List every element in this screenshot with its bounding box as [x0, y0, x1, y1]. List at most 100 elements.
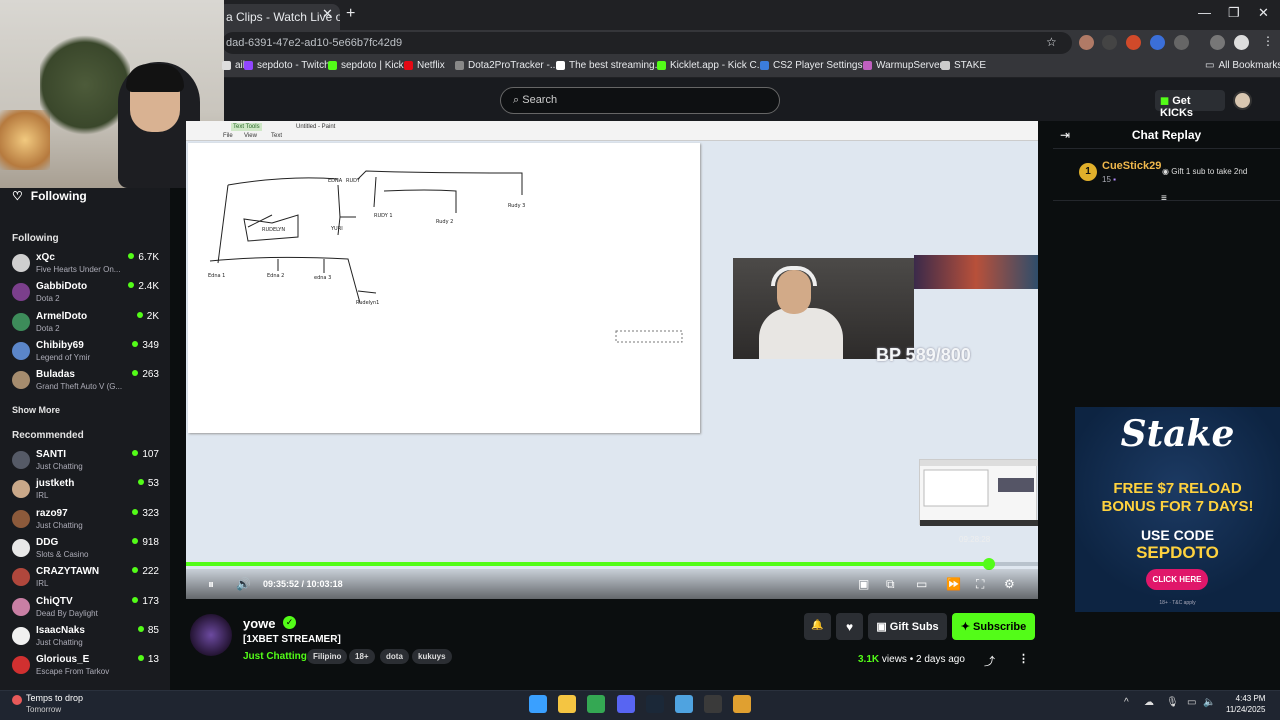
- sidebar-channel-glorious_e[interactable]: Glorious_E Escape From Tarkov 13: [12, 654, 162, 682]
- discord-icon[interactable]: [617, 695, 635, 713]
- new-tab-button[interactable]: +: [346, 5, 355, 23]
- channel-name: ChiQTV: [36, 595, 73, 607]
- clip-button[interactable]: ▣: [858, 577, 869, 591]
- channel-category: Dead By Daylight: [36, 608, 98, 618]
- channel-category: Grand Theft Auto V (G...: [36, 382, 123, 392]
- tag-dota[interactable]: dota: [380, 649, 409, 664]
- extension-icon[interactable]: [1126, 35, 1141, 50]
- extension-icon[interactable]: [1079, 35, 1094, 50]
- stake-click-here-button[interactable]: CLICK HERE: [1146, 569, 1208, 590]
- viewer-count: 323: [132, 508, 159, 519]
- show-more-button[interactable]: Show More: [12, 405, 60, 415]
- gift-sub-prompt[interactable]: ◉ Gift 1 sub to take 2nd: [1162, 167, 1247, 176]
- sidebar-channel-gabbidoto[interactable]: GabbiDoto Dota 2 2.4K: [12, 281, 162, 309]
- minimize-button[interactable]: —: [1198, 5, 1211, 20]
- all-bookmarks[interactable]: ▭ All Bookmarks: [1205, 60, 1280, 71]
- bookmark-item[interactable]: Dota2ProTracker -...: [455, 60, 558, 71]
- weather-widget[interactable]: Temps to drop Tomorrow: [26, 693, 83, 715]
- sidebar-following-link[interactable]: ♡ Following: [12, 189, 87, 203]
- steam-icon[interactable]: [646, 695, 664, 713]
- display-icon[interactable]: ▭: [1187, 697, 1196, 708]
- stream-category[interactable]: Just Chatting: [243, 651, 307, 662]
- channel-avatar: [12, 568, 30, 587]
- sidebar-channel-buladas[interactable]: Buladas Grand Theft Auto V (G... 263: [12, 369, 162, 397]
- progress-bar[interactable]: [186, 558, 1038, 570]
- extension-icon[interactable]: [1102, 35, 1117, 50]
- speed-button[interactable]: ⏩: [946, 577, 961, 591]
- channel-avatar: [12, 312, 30, 331]
- sidebar-channel-chibiby69[interactable]: Chibiby69 Legend of Ymir 349: [12, 340, 162, 368]
- obs-icon[interactable]: [704, 695, 722, 713]
- chrome-icon[interactable]: [587, 695, 605, 713]
- pause-button[interactable]: ⏸: [208, 577, 214, 592]
- bookmark-favicon-icon: [404, 61, 413, 70]
- bookmark-item[interactable]: sepdoto | Kick: [328, 60, 404, 71]
- notification-bell-button[interactable]: 🔔: [804, 613, 831, 640]
- bookmark-item[interactable]: The best streaming...: [556, 60, 663, 71]
- tag-18plus[interactable]: 18+: [349, 649, 375, 664]
- maximize-button[interactable]: ❐: [1228, 5, 1240, 21]
- media-icon[interactable]: [1210, 35, 1225, 50]
- expand-leaderboard-icon[interactable]: ≡: [1161, 193, 1167, 204]
- clock-date: 11/24/2025: [1226, 705, 1266, 714]
- microphone-icon[interactable]: 🎙: [1166, 697, 1179, 708]
- tree-label: RUDY: [346, 178, 361, 184]
- follow-heart-button[interactable]: ♥: [836, 613, 863, 640]
- stake-promo-text: FREE $7 RELOAD BONUS FOR 7 DAYS!: [1075, 480, 1280, 516]
- editor-icon[interactable]: [733, 695, 751, 713]
- bookmark-item[interactable]: sepdoto - Twitch: [244, 60, 330, 71]
- sidebar-channel-santi[interactable]: SANTI Just Chatting 107: [12, 449, 162, 477]
- channel-name[interactable]: yowe: [243, 616, 276, 631]
- share-icon[interactable]: ⤴: [984, 653, 995, 669]
- sidebar-channel-armeldoto[interactable]: ArmelDoto Dota 2 2K: [12, 311, 162, 339]
- address-field[interactable]: dad-6391-47e2-ad10-5e66b7fc42d9: [222, 32, 1072, 54]
- theater-button[interactable]: ⧉: [886, 577, 895, 592]
- bookmark-item[interactable]: ail: [222, 60, 245, 71]
- gift-subs-button[interactable]: ▣ Gift Subs: [868, 613, 947, 640]
- browser-menu-icon[interactable]: ⋮: [1262, 34, 1274, 48]
- user-avatar[interactable]: [1233, 91, 1252, 110]
- bookmark-item[interactable]: STAKE: [941, 60, 986, 71]
- bookmark-star-icon[interactable]: ☆: [1046, 35, 1057, 49]
- sidebar-channel-xqc[interactable]: xQc Five Hearts Under On... 6.7K: [12, 252, 162, 280]
- sidebar-channel-chiqtv[interactable]: ChiQTV Dead By Daylight 173: [12, 596, 162, 624]
- more-options-icon[interactable]: ⋮: [1018, 652, 1029, 665]
- subscribe-button[interactable]: ✦ Subscribe: [952, 613, 1035, 640]
- channel-avatar[interactable]: [190, 614, 232, 656]
- tab-close-icon[interactable]: ✕: [322, 6, 333, 22]
- time-current: 09:35:52: [263, 579, 300, 589]
- pip-button[interactable]: ▭: [916, 577, 927, 591]
- channel-name: Glorious_E: [36, 654, 90, 666]
- close-window-button[interactable]: ✕: [1258, 5, 1269, 21]
- top-gifter-name[interactable]: CueStick29: [1102, 160, 1161, 172]
- notepad-icon[interactable]: [675, 695, 693, 713]
- puzzle-icon[interactable]: [1174, 35, 1189, 50]
- sidebar-channel-razo97[interactable]: razo97 Just Chatting 323: [12, 508, 162, 536]
- tag-kukuys[interactable]: kukuys: [412, 649, 452, 664]
- sidebar-channel-isaacnaks[interactable]: IsaacNaks Just Chatting 85: [12, 625, 162, 653]
- sidebar-channel-ddg[interactable]: DDG Slots & Casino 918: [12, 537, 162, 565]
- system-clock[interactable]: 4:43 PM 11/24/2025: [1226, 693, 1265, 715]
- bookmark-item[interactable]: CS2 Player Settings...: [760, 60, 871, 71]
- get-kicks-button[interactable]: ◼ Get KICKs: [1155, 90, 1225, 119]
- progress-fill: [186, 562, 990, 566]
- settings-gear-icon[interactable]: ⚙: [1004, 577, 1015, 591]
- file-explorer-icon[interactable]: [558, 695, 576, 713]
- windows-start-icon[interactable]: [529, 695, 547, 713]
- profile-icon[interactable]: [1234, 35, 1249, 50]
- video-player[interactable]: Text Tools Untitled - Paint File View Te…: [186, 121, 1038, 599]
- sidebar-channel-crazytawn[interactable]: CRAZYTAWN IRL 222: [12, 566, 162, 594]
- cloud-icon[interactable]: ☁: [1144, 697, 1154, 708]
- extension-icon[interactable]: [1150, 35, 1165, 50]
- volume-icon[interactable]: 🔊: [236, 577, 251, 591]
- speaker-icon[interactable]: 🔈: [1203, 697, 1215, 708]
- bookmark-item[interactable]: Netflix: [404, 60, 445, 71]
- bookmark-item[interactable]: Kicklet.app - Kick C...: [657, 60, 765, 71]
- fullscreen-button[interactable]: ⛶: [976, 577, 984, 592]
- paint-canvas: EDNA RUDY Rudy 3 RUDY 1 Rudy 2 RUDELYN Y…: [188, 143, 700, 433]
- tag-filipino[interactable]: Filipino: [307, 649, 348, 664]
- bookmark-item[interactable]: WarmupServer: [863, 60, 943, 71]
- tray-chevron-icon[interactable]: ^: [1124, 697, 1129, 708]
- search-input[interactable]: ⌕ Search: [500, 87, 780, 114]
- sidebar-channel-justketh[interactable]: justketh IRL 53: [12, 478, 162, 506]
